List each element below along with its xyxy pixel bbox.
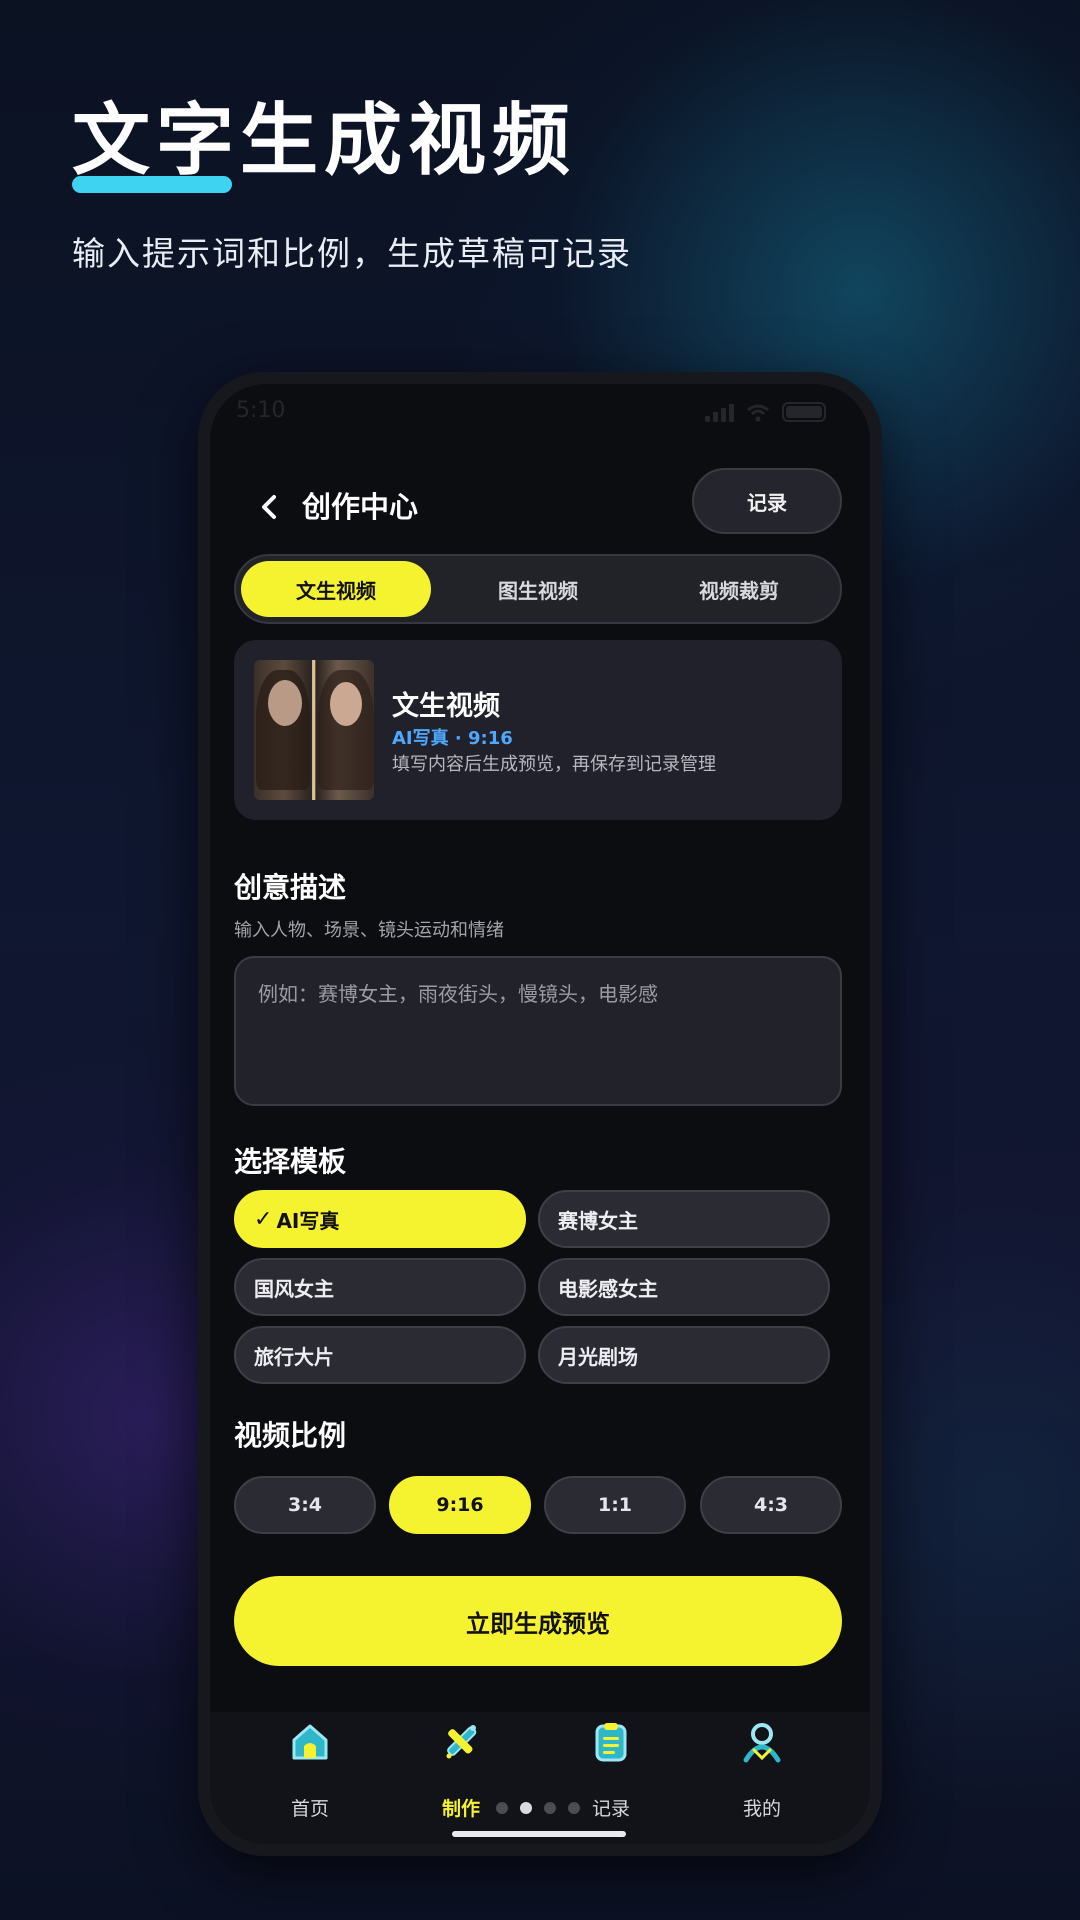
- template-chip-label: 旅行大片: [254, 1344, 334, 1369]
- description-section-title: 创意描述: [234, 871, 347, 904]
- page-dot-active: [520, 1802, 532, 1814]
- mode-tabs: 文生视频 图生视频 视频裁剪: [234, 554, 842, 624]
- template-section-title: 选择模板: [234, 1145, 347, 1178]
- nav-label: 首页: [290, 1798, 329, 1820]
- status-bar: 5:10: [210, 384, 870, 444]
- template-chip-label: AI写真: [276, 1208, 340, 1233]
- page-dot: [544, 1802, 556, 1814]
- check-icon: ✓: [254, 1206, 273, 1232]
- hero-underline: [72, 176, 232, 193]
- home-indicator[interactable]: [452, 1831, 626, 1837]
- template-chip-label: 国风女主: [254, 1276, 334, 1301]
- ratio-option-9-16[interactable]: 9:16: [389, 1476, 531, 1534]
- template-chip-ai-portrait[interactable]: ✓ AI写真: [234, 1190, 526, 1248]
- page-dot: [496, 1802, 508, 1814]
- status-time: 5:10: [236, 398, 286, 423]
- generate-preview-button[interactable]: 立即生成预览: [234, 1576, 842, 1666]
- page-dot: [568, 1802, 580, 1814]
- nav-label: 我的: [742, 1798, 781, 1820]
- tab-text-to-video[interactable]: 文生视频: [241, 561, 431, 617]
- clipboard-icon: [595, 1723, 627, 1762]
- template-chip-cinematic-heroine[interactable]: 电影感女主: [538, 1258, 830, 1316]
- chevron-left-icon[interactable]: [250, 487, 290, 527]
- nav-item-profile[interactable]: 我的: [702, 1712, 822, 1844]
- ratio-option-3-4[interactable]: 3:4: [234, 1476, 376, 1534]
- record-button[interactable]: 记录: [692, 468, 842, 534]
- template-chip-travel[interactable]: 旅行大片: [234, 1326, 526, 1384]
- template-chip-label: 月光剧场: [558, 1344, 638, 1369]
- card-tag: AI写真 · 9:16: [392, 728, 513, 749]
- status-icons: [705, 402, 826, 422]
- nav-item-home[interactable]: 首页: [250, 1712, 370, 1844]
- magic-wand-icon: [446, 1725, 477, 1759]
- hero-subtitle: 输入提示词和比例，生成草稿可记录: [72, 234, 632, 273]
- phone-frame: 5:10 创作中心 记录 文生视频 图生视频 视频裁剪 文生视频 AI写真 · …: [198, 372, 882, 1856]
- ratio-section-title: 视频比例: [234, 1419, 347, 1452]
- template-chip-moonlight-theater[interactable]: 月光剧场: [538, 1326, 830, 1384]
- ratio-option-4-3[interactable]: 4:3: [700, 1476, 842, 1534]
- home-icon: [292, 1724, 328, 1760]
- template-chip-cyber-heroine[interactable]: 赛博女主: [538, 1190, 830, 1248]
- user-icon: [743, 1723, 781, 1763]
- phone-screen: 5:10 创作中心 记录 文生视频 图生视频 视频裁剪 文生视频 AI写真 · …: [210, 384, 870, 1844]
- description-hint: 输入人物、场景、镜头运动和情绪: [234, 920, 504, 941]
- battery-icon: [782, 402, 826, 422]
- nav-item-records[interactable]: 记录: [551, 1712, 671, 1844]
- nav-item-create[interactable]: 制作: [401, 1712, 521, 1844]
- tab-image-to-video[interactable]: 图生视频: [443, 561, 633, 617]
- wifi-icon: [747, 404, 769, 422]
- signal-icon: [705, 404, 734, 422]
- preview-thumbnail: [254, 660, 374, 800]
- card-title: 文生视频: [392, 691, 500, 722]
- prompt-input-box: [234, 956, 842, 1106]
- template-chip-label: 电影感女主: [558, 1276, 658, 1301]
- template-chip-label: 赛博女主: [558, 1208, 638, 1233]
- prompt-input[interactable]: [236, 958, 840, 1104]
- page-indicator: [496, 1802, 580, 1814]
- tab-video-crop[interactable]: 视频裁剪: [644, 561, 834, 617]
- card-description: 填写内容后生成预览，再保存到记录管理: [392, 754, 716, 775]
- hero-title: 文字生成视频: [72, 96, 577, 186]
- page-title: 创作中心: [302, 490, 419, 524]
- mode-info-card: 文生视频 AI写真 · 9:16 填写内容后生成预览，再保存到记录管理: [234, 640, 842, 820]
- bottom-nav: 首页 制作 记录 我的: [210, 1712, 870, 1844]
- ratio-option-1-1[interactable]: 1:1: [544, 1476, 686, 1534]
- template-chip-guofeng-heroine[interactable]: 国风女主: [234, 1258, 526, 1316]
